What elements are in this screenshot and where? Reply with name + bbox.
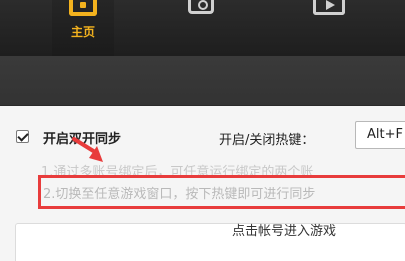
sync-checkbox[interactable] [16,130,29,143]
enter-game-label: 点击帐号进入游戏 [232,224,337,239]
nav-home-label: 主页 [70,25,95,39]
sync-label: 开启双开同步 [43,132,122,147]
hotkey-label: 开启/关闭热键： [219,133,315,148]
top-navigation: 主页 [0,0,405,56]
nav-tab-3[interactable] [311,0,347,56]
account-card[interactable] [15,223,405,261]
annotation-highlight-box [38,175,405,209]
nav-tab-home[interactable]: 主页 [52,0,114,56]
home-icon [69,0,97,16]
nav-tab-2[interactable] [186,0,218,56]
hotkey-field[interactable]: Alt+F [355,121,405,149]
sync-panel: 开启双开同步 开启/关闭热键： Alt+F 1.通过多账号绑定后，可任意运行绑定… [0,106,405,261]
header-band [0,56,405,106]
tab-icon [188,0,214,14]
video-icon [313,0,345,15]
